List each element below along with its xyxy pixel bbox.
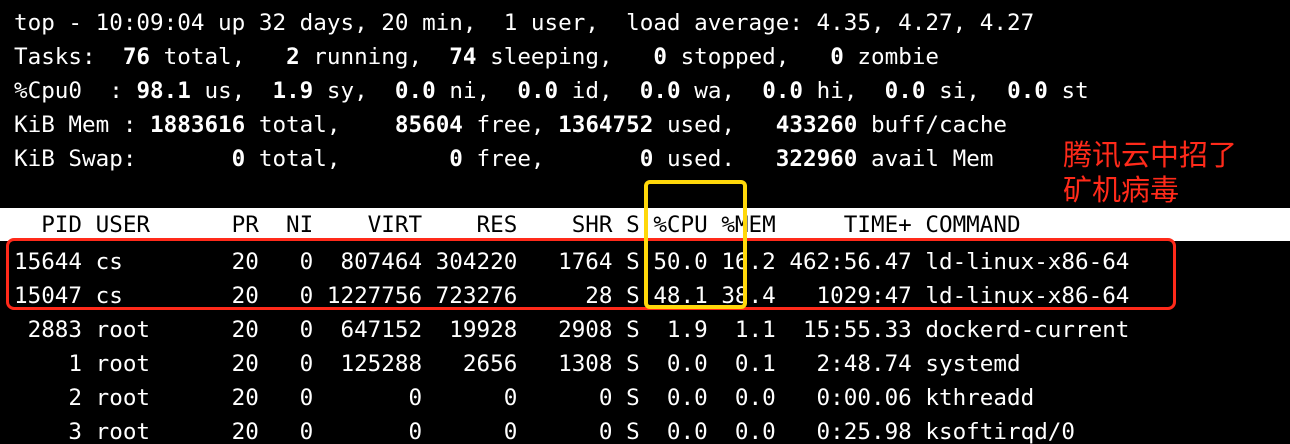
process-row: 3 root 20 0 0 0 0 S 0.0 0.0 0:25.98 ksof… xyxy=(14,419,1076,444)
tasks-total-label: total, xyxy=(150,44,259,70)
cpu-hi-label: hi, xyxy=(803,78,872,104)
tasks-sleeping: 74 xyxy=(435,44,477,70)
cpu-wa: 0.0 xyxy=(626,78,681,104)
cpu-us: 98.1 xyxy=(136,78,191,104)
cpu-hi: 0.0 xyxy=(748,78,804,104)
mem-free: 85604 xyxy=(354,112,463,138)
tasks-sleeping-label: sleeping, xyxy=(476,44,627,70)
process-row: 1 root 20 0 125288 2656 1308 S 0.0 0.1 2… xyxy=(14,351,1021,377)
tasks-zombie-label: zombie xyxy=(843,44,940,70)
tasks-stopped-label: stopped, xyxy=(666,44,803,70)
swap-total: 0 xyxy=(150,146,246,172)
cpu-ni: 0.0 xyxy=(381,78,436,104)
mem-label: KiB Mem : xyxy=(14,112,151,138)
swap-label: KiB Swap: xyxy=(14,146,151,172)
cpu-sy-label: sy, xyxy=(313,78,382,104)
process-header: PID USER PR NI VIRT RES SHR S %CPU %MEM … xyxy=(14,212,1021,238)
mem-buff-cache: 433260 xyxy=(748,112,858,138)
cpu-line: %Cpu0 : 98.1 us, 1.9 sy, 0.0 ni, 0.0 id,… xyxy=(14,74,1089,108)
tasks-zombie: 0 xyxy=(803,44,844,70)
tasks-stopped: 0 xyxy=(626,44,667,70)
mem-line: KiB Mem : 1883616 total, 85604 free, 136… xyxy=(14,108,1007,142)
cpu-label: %Cpu0 : xyxy=(14,78,137,104)
cpu-st: 0.0 xyxy=(993,78,1048,104)
swap-used: 0 xyxy=(558,146,654,172)
process-row: 15644 cs 20 0 807464 304220 1764 S 50.0 … xyxy=(14,249,1130,275)
mem-used: 1364752 xyxy=(558,112,654,138)
swap-used-label: used. xyxy=(653,146,749,172)
tasks-label: Tasks: xyxy=(14,44,110,70)
process-row: 15047 cs 20 0 1227756 723276 28 S 48.1 3… xyxy=(14,283,1130,309)
terminal-window[interactable]: top - 10:09:04 up 32 days, 20 min, 1 use… xyxy=(0,0,1290,444)
swap-avail: 322960 xyxy=(748,146,858,172)
mem-buff-cache-label: buff/cache xyxy=(857,112,1008,138)
annotation-text: 腾讯云中招了 矿机病毒 xyxy=(1063,138,1238,207)
cpu-st-label: st xyxy=(1047,78,1089,104)
cpu-id-label: id, xyxy=(558,78,627,104)
uptime-line: top - 10:09:04 up 32 days, 20 min, 1 use… xyxy=(14,10,1035,36)
cpu-id: 0.0 xyxy=(503,78,559,104)
swap-free-label: free, xyxy=(462,146,559,172)
process-row: 2883 root 20 0 647152 19928 2908 S 1.9 1… xyxy=(14,317,1130,343)
cpu-si-label: si, xyxy=(925,78,994,104)
swap-avail-label: avail Mem xyxy=(857,146,994,172)
tasks-running: 2 xyxy=(258,44,300,70)
cpu-wa-label: wa, xyxy=(680,78,749,104)
tasks-running-label: running, xyxy=(299,44,436,70)
tasks-total: 76 xyxy=(109,44,151,70)
swap-total-label: total, xyxy=(245,146,355,172)
swap-free: 0 xyxy=(354,146,463,172)
mem-free-label: free, xyxy=(462,112,559,138)
cpu-ni-label: ni, xyxy=(435,78,504,104)
process-row: 2 root 20 0 0 0 0 S 0.0 0.0 0:00.06 kthr… xyxy=(14,385,1035,411)
swap-line: KiB Swap: 0 total, 0 free, 0 used. 32296… xyxy=(14,142,993,176)
cpu-si: 0.0 xyxy=(871,78,926,104)
cpu-us-label: us, xyxy=(190,78,259,104)
mem-used-label: used, xyxy=(653,112,749,138)
mem-total-label: total, xyxy=(245,112,355,138)
cpu-sy: 1.9 xyxy=(258,78,314,104)
tasks-line: Tasks: 76 total, 2 running, 74 sleeping,… xyxy=(14,40,939,74)
mem-total: 1883616 xyxy=(150,112,246,138)
